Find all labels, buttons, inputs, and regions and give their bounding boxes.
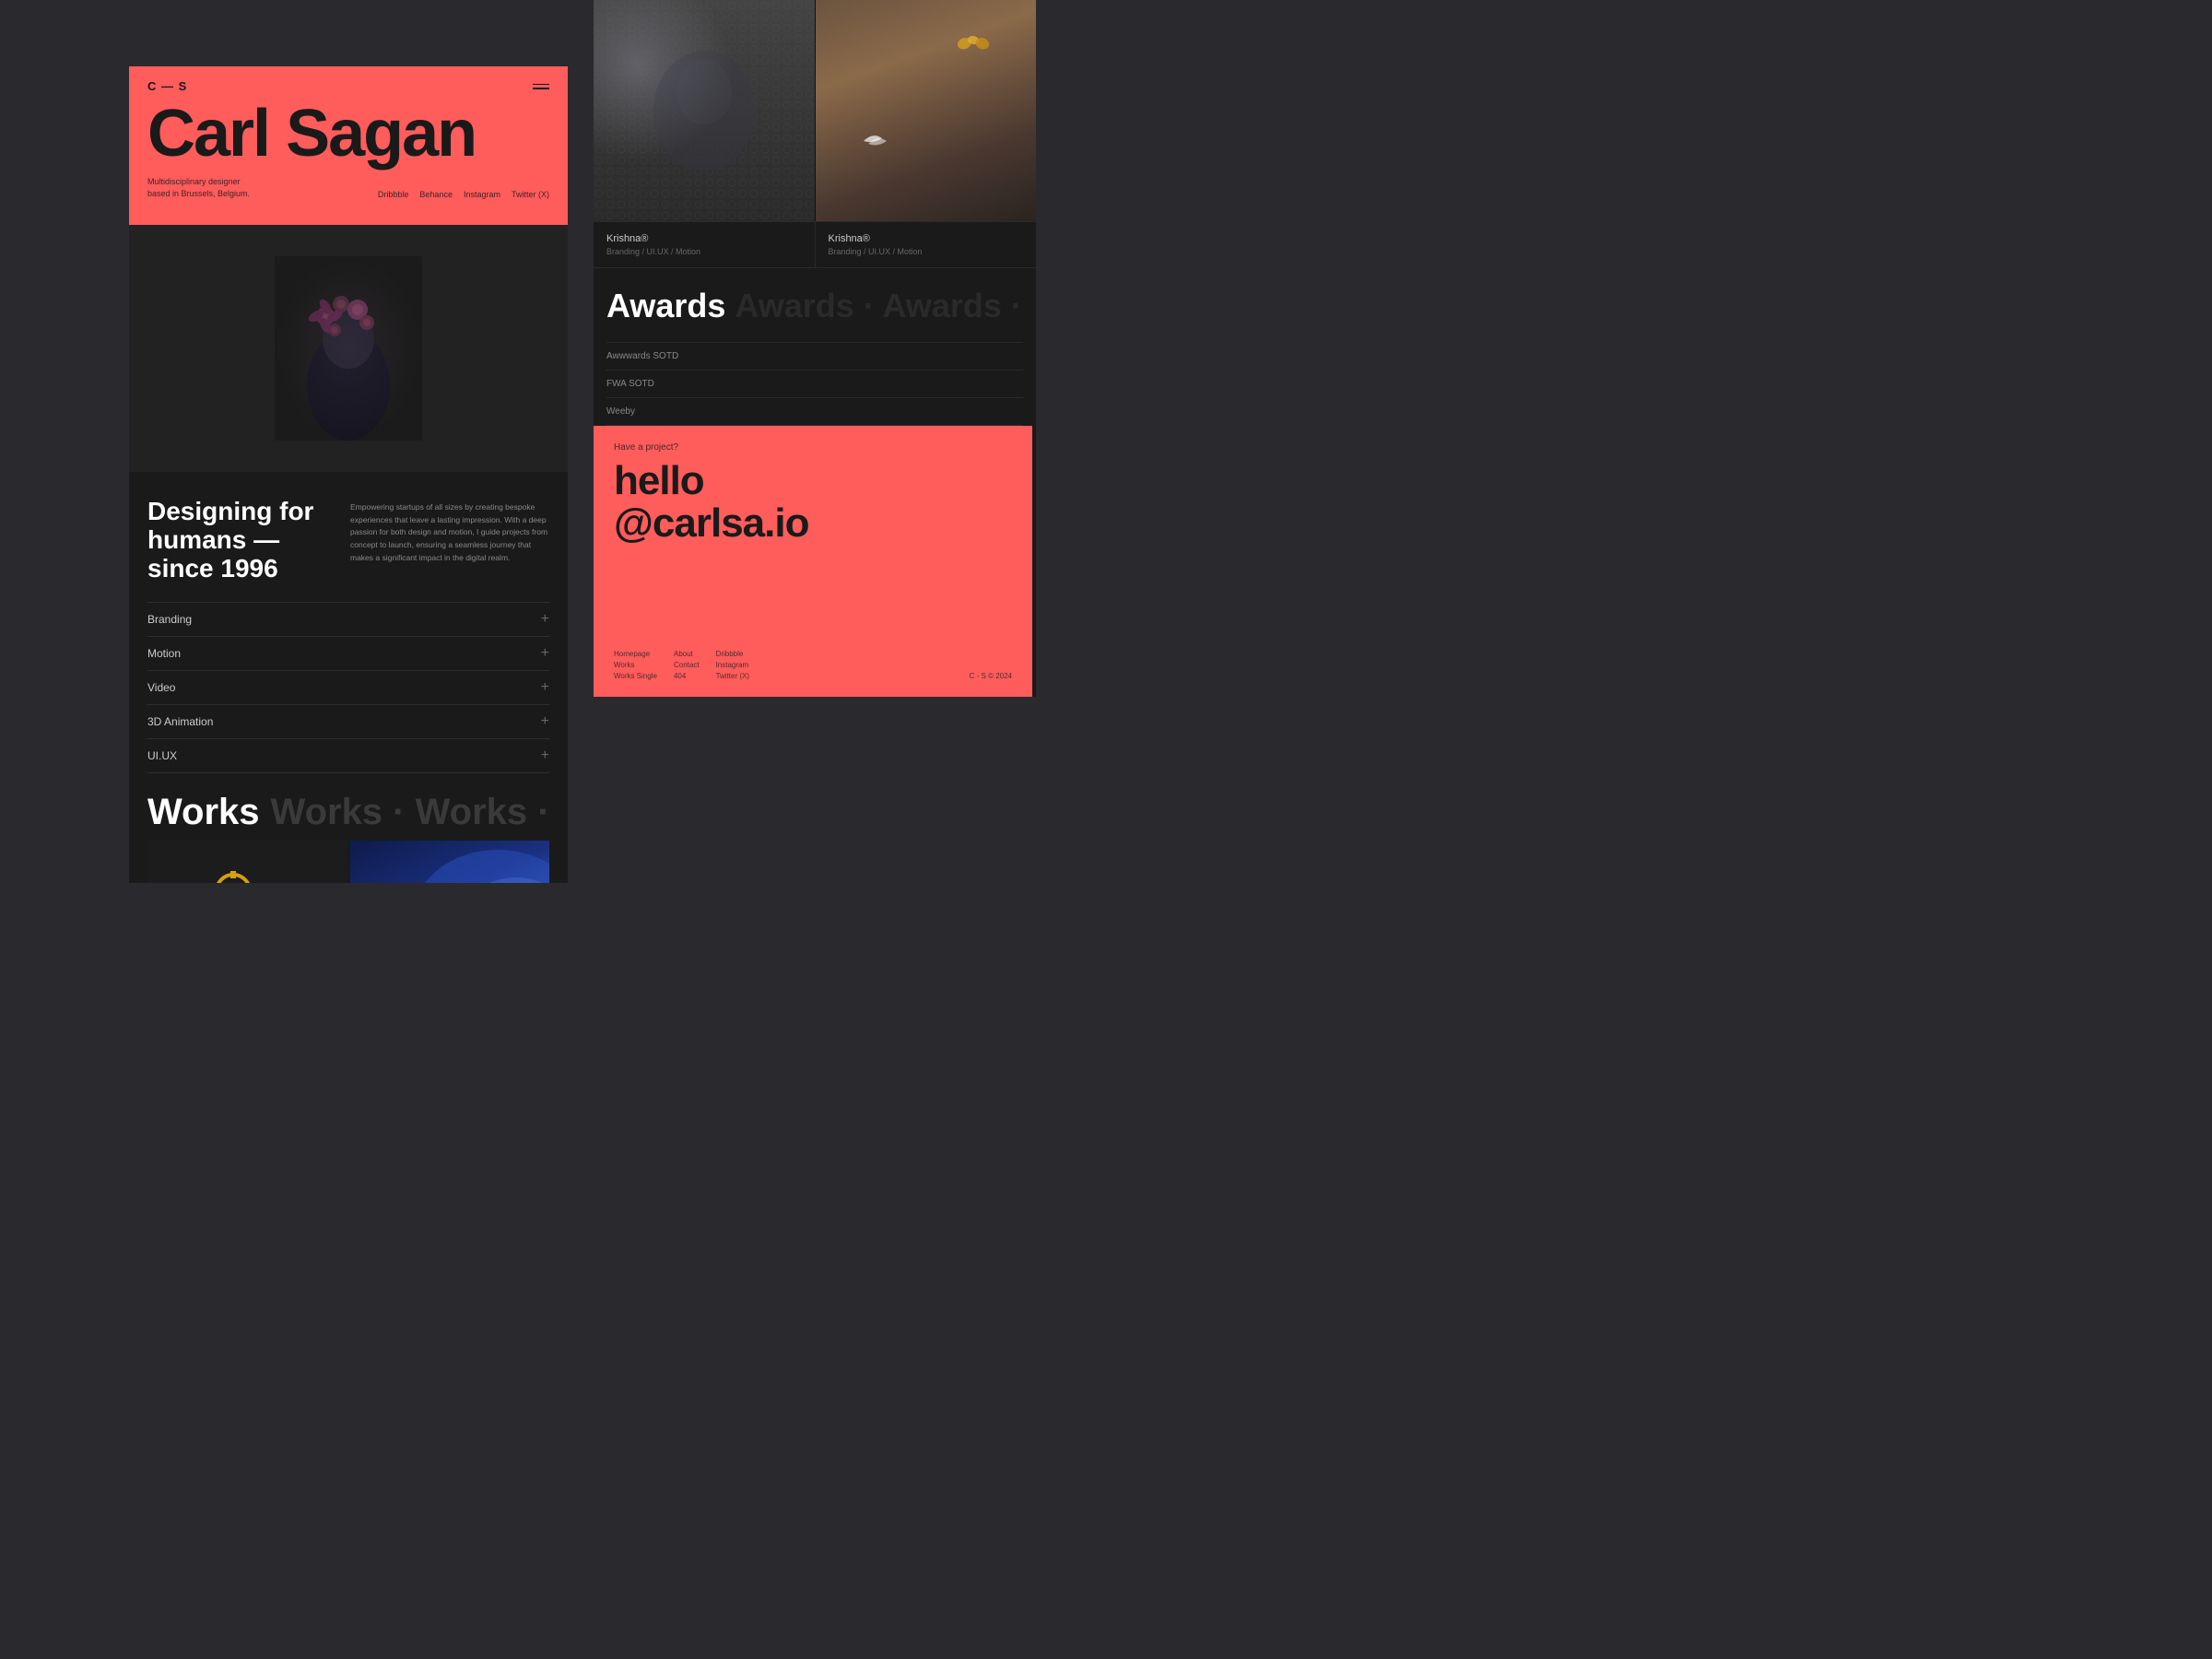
- hero-image-section: [129, 225, 568, 472]
- thumbnail-blue[interactable]: [350, 841, 549, 883]
- about-body: Empowering startups of all sizes by crea…: [350, 498, 549, 582]
- work-tags-left: Branding / UI.UX / Motion: [606, 247, 802, 256]
- footer-link-twitter[interactable]: Twitter (X): [716, 672, 749, 680]
- work-info-left: Krishna® Branding / UI.UX / Motion: [594, 222, 816, 267]
- bubble-grid-svg: [594, 0, 815, 221]
- work-tags-right: Branding / UI.UX / Motion: [829, 247, 1024, 256]
- work-image-left[interactable]: [594, 0, 816, 221]
- service-item-uiux[interactable]: UI.UX +: [147, 738, 549, 773]
- work-info-right: Krishna® Branding / UI.UX / Motion: [816, 222, 1037, 267]
- footer-col-2: About Contact 404: [674, 650, 700, 680]
- work-info-row: Krishna® Branding / UI.UX / Motion Krish…: [594, 221, 1036, 267]
- footer-link-dribbble[interactable]: Dribbble: [716, 650, 749, 658]
- service-item-video[interactable]: Video +: [147, 670, 549, 704]
- thumbnail-gears[interactable]: [147, 841, 347, 883]
- footer-link-about[interactable]: About: [674, 650, 700, 658]
- works-header: Works Works · Works · Works · Works: [147, 792, 549, 833]
- hamburger-line: [533, 84, 549, 86]
- works-marquee: Works · Works · Works · Works: [260, 792, 549, 833]
- service-name: Motion: [147, 647, 181, 660]
- butterfly-decoration: [955, 33, 992, 61]
- dove-decoration: [859, 127, 896, 155]
- works-section: Works Works · Works · Works · Works: [129, 773, 568, 883]
- service-name: 3D Animation: [147, 715, 213, 728]
- expand-icon: +: [541, 680, 549, 695]
- site-title: Carl Sagan: [147, 100, 549, 167]
- expand-icon: +: [541, 646, 549, 661]
- left-portfolio-panel: C — S Carl Sagan Multidisciplinary desig…: [129, 66, 568, 883]
- site-subtitle: Multidisciplinary designer based in Brus…: [147, 176, 549, 199]
- work-name-left: Krishna®: [606, 233, 802, 244]
- services-list: Branding + Motion + Video + 3D Animation…: [129, 602, 568, 773]
- service-name: Video: [147, 681, 175, 694]
- expand-icon: +: [541, 612, 549, 627]
- about-section: Designing for humans — since 1996 Empowe…: [129, 472, 568, 601]
- service-name: Branding: [147, 613, 192, 626]
- works-images-row: [594, 0, 1036, 221]
- hamburger-menu-icon[interactable]: [533, 84, 549, 89]
- service-item-motion[interactable]: Motion +: [147, 636, 549, 670]
- expand-icon: +: [541, 714, 549, 729]
- footer-col-3: Dribbble Instagram Twitter (X): [716, 650, 749, 680]
- cta-copyright: C - S © 2024: [970, 672, 1012, 680]
- cta-email-line1: hello: [614, 458, 704, 503]
- site-logo[interactable]: C — S: [147, 79, 187, 93]
- footer-link-works[interactable]: Works: [614, 661, 657, 669]
- dribbble-link[interactable]: Dribbble: [378, 190, 409, 199]
- footer-link-404[interactable]: 404: [674, 672, 700, 680]
- works-thumbnails: [147, 841, 549, 883]
- award-item-awwwards[interactable]: Awwwards SOTD: [606, 342, 1023, 370]
- service-item-branding[interactable]: Branding +: [147, 602, 549, 636]
- cta-footer-links: Homepage Works Works Single About Contac…: [614, 650, 749, 680]
- footer-col-1: Homepage Works Works Single: [614, 650, 657, 680]
- awards-title: Awards: [606, 287, 725, 325]
- site-desc: Multidisciplinary designer based in Brus…: [147, 176, 250, 199]
- work-name-right: Krishna®: [829, 233, 1024, 244]
- awards-header-row: Awards Awards · Awards · Awards · Awar: [606, 287, 1023, 325]
- cta-email-line2: @carlsa.io: [614, 500, 808, 546]
- cta-footer: Homepage Works Works Single About Contac…: [614, 650, 1012, 680]
- twitter-link[interactable]: Twitter (X): [512, 190, 549, 199]
- service-name: UI.UX: [147, 749, 177, 762]
- footer-link-contact[interactable]: Contact: [674, 661, 700, 669]
- service-item-3d[interactable]: 3D Animation +: [147, 704, 549, 738]
- work-image-right[interactable]: [816, 0, 1037, 221]
- site-nav: C — S: [147, 79, 549, 93]
- portrait-overlay: [816, 0, 1037, 221]
- behance-link[interactable]: Behance: [419, 190, 453, 199]
- hero-figure-svg: [275, 256, 422, 441]
- footer-link-works-single[interactable]: Works Single: [614, 672, 657, 680]
- award-item-weeby[interactable]: Weeby: [606, 397, 1023, 425]
- site-external-links: Dribbble Behance Instagram Twitter (X): [378, 190, 549, 199]
- award-item-fwa[interactable]: FWA SOTD: [606, 370, 1023, 397]
- gears-svg: [201, 854, 293, 883]
- cta-email[interactable]: hello @carlsa.io: [614, 460, 1012, 545]
- bubble-overlay: [594, 0, 815, 221]
- expand-icon: +: [541, 748, 549, 763]
- blue-shape-svg: [350, 841, 549, 883]
- cta-section: Have a project? hello @carlsa.io Homepag…: [594, 426, 1032, 697]
- site-header: C — S Carl Sagan Multidisciplinary desig…: [129, 66, 568, 225]
- about-heading: Designing for humans — since 1996: [147, 498, 332, 582]
- instagram-link[interactable]: Instagram: [464, 190, 500, 199]
- hamburger-line: [533, 88, 549, 89]
- footer-link-instagram[interactable]: Instagram: [716, 661, 749, 669]
- works-title: Works: [147, 792, 260, 833]
- cta-label: Have a project?: [614, 442, 1012, 453]
- footer-link-homepage[interactable]: Homepage: [614, 650, 657, 658]
- awards-marquee: Awards · Awards · Awards · Awar: [725, 287, 1023, 325]
